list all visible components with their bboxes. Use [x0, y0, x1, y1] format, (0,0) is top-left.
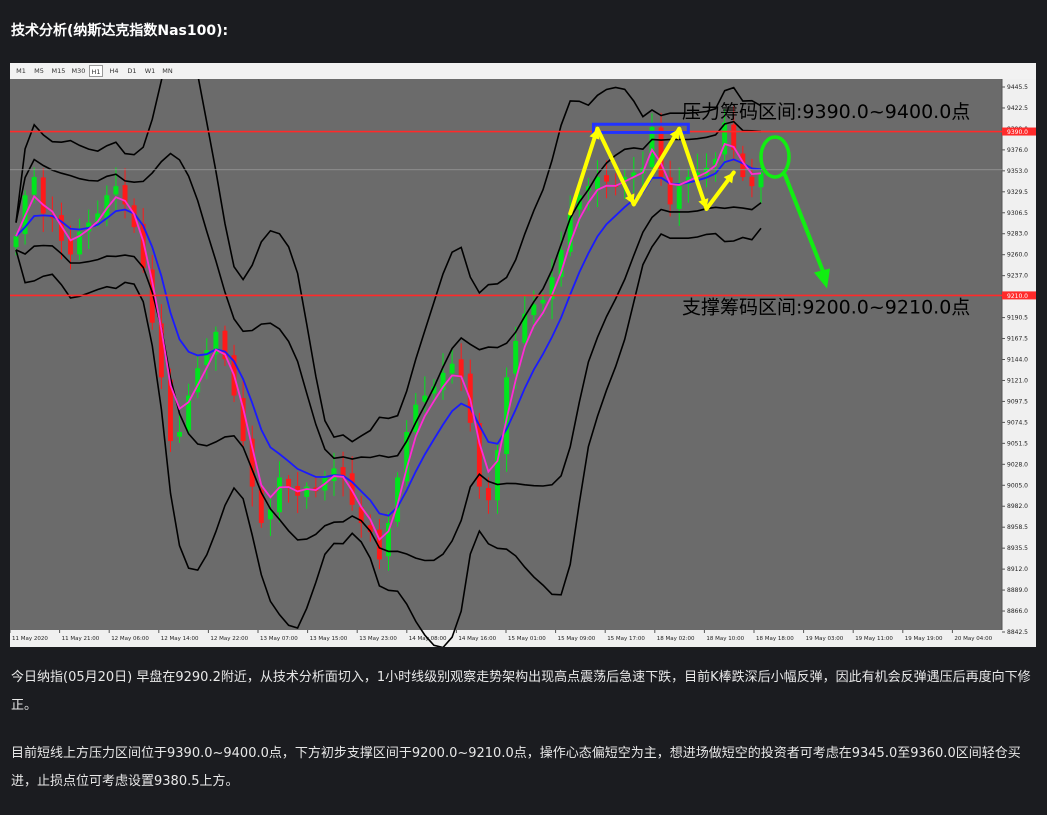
x-tick-label: 13 May 07:00: [260, 636, 298, 642]
y-tick-label: 9121.0: [1007, 377, 1028, 384]
candle-body: [758, 172, 764, 188]
x-tick-label: 20 May 04:00: [954, 636, 992, 642]
candle-body: [531, 304, 537, 316]
timeframe-w1-button[interactable]: W1: [143, 65, 157, 77]
timeframe-m5-button[interactable]: M5: [32, 65, 46, 77]
timeframe-m30-button[interactable]: M30: [70, 65, 87, 77]
resistance-annotation: 压力筹码区间:9390.0~9400.0点: [682, 101, 970, 123]
x-tick-label: 15 May 01:00: [508, 636, 546, 642]
candle-body: [286, 478, 292, 487]
candle-body: [513, 340, 519, 374]
y-tick-label: 9144.0: [1007, 357, 1028, 364]
x-tick-label: 12 May 06:00: [111, 636, 149, 642]
y-tick-label: 8982.0: [1007, 503, 1028, 510]
candle-body: [485, 487, 491, 501]
y-tick-label: 9028.0: [1007, 461, 1028, 468]
timeframe-d1-button[interactable]: D1: [125, 65, 139, 77]
y-tick-label: 9167.5: [1007, 336, 1028, 343]
timeframe-m1-button[interactable]: M1: [14, 65, 28, 77]
y-tick-label: 9445.5: [1007, 84, 1028, 91]
y-tick-label: 9353.0: [1007, 168, 1028, 175]
y-tick-label: 9074.5: [1007, 419, 1028, 426]
y-tick-label: 9051.5: [1007, 440, 1028, 447]
timeframe-m15-button[interactable]: M15: [50, 65, 67, 77]
x-tick-label: 15 May 17:00: [607, 636, 645, 642]
y-tick-label: 9005.0: [1007, 482, 1028, 489]
x-tick-label: 19 May 19:00: [905, 636, 943, 642]
plot-background: [10, 79, 1002, 630]
chart-canvas[interactable]: 9445.59422.59399.09376.09353.09329.59306…: [10, 79, 1036, 647]
timeframe-toolbar: M1 M5 M15 M30 H1 H4 D1 W1 MN: [10, 63, 1036, 80]
candle-body: [177, 431, 183, 437]
x-tick-label: 15 May 09:00: [558, 636, 596, 642]
y-tick-label: 9260.0: [1007, 252, 1028, 259]
x-tick-label: 12 May 14:00: [161, 636, 199, 642]
y-tick-label: 9097.5: [1007, 398, 1028, 405]
level-price-label-0: 9390.0: [1007, 129, 1028, 136]
analysis-paragraph-1: 今日纳指(05月20日) 早盘在9290.2附近，从技术分析面切入，1小时线级别…: [11, 670, 1031, 713]
x-tick-label: 12 May 22:00: [210, 636, 248, 642]
timeframe-h4-button[interactable]: H4: [107, 65, 121, 77]
price-chart[interactable]: M1 M5 M15 M30 H1 H4 D1 W1 MN 9445.5 9422.…: [10, 63, 1036, 647]
candle-body: [604, 175, 610, 182]
timeframe-mn-button[interactable]: MN: [160, 65, 175, 77]
y-tick-label: 8912.0: [1007, 566, 1028, 573]
candle-body: [40, 177, 46, 214]
candle-body: [749, 176, 755, 187]
x-tick-label: 14 May 16:00: [458, 636, 496, 642]
x-tick-label: 11 May 2020: [12, 636, 48, 642]
candle-body: [277, 477, 282, 513]
x-tick-label: 13 May 23:00: [359, 636, 397, 642]
x-tick-label: 18 May 10:00: [706, 636, 744, 642]
y-tick-label: 9422.5: [1007, 105, 1028, 112]
y-tick-label: 9283.0: [1007, 231, 1028, 238]
x-tick-label: 13 May 15:00: [310, 636, 348, 642]
x-tick-label: 18 May 18:00: [756, 636, 794, 642]
y-tick-label: 9376.0: [1007, 147, 1028, 154]
y-tick-label: 8866.0: [1007, 608, 1028, 615]
candle-body: [676, 186, 682, 209]
candle-body: [13, 236, 19, 248]
y-tick-label: 9190.5: [1007, 315, 1028, 322]
y-tick-label: 8958.5: [1007, 524, 1028, 531]
y-tick-label: 9237.0: [1007, 273, 1028, 280]
x-tick-label: 18 May 02:00: [657, 636, 695, 642]
x-tick-label: 11 May 21:00: [62, 636, 100, 642]
candle-body: [540, 299, 546, 304]
timeframe-h1-button[interactable]: H1: [89, 65, 103, 77]
x-tick-label: 19 May 11:00: [855, 636, 893, 642]
y-tick-label: 9306.5: [1007, 210, 1028, 217]
y-tick-label: 8889.0: [1007, 587, 1028, 594]
y-tick-label: 8935.5: [1007, 545, 1028, 552]
y-tick-label: 9329.5: [1007, 189, 1028, 196]
candle-body: [458, 359, 464, 378]
page-title: 技术分析(纳斯达克指数Nas100):: [11, 23, 229, 39]
analysis-paragraph-2: 目前短线上方压力区间位于9390.0~9400.0点，下方初步支撑区间于9200…: [11, 746, 1021, 789]
candle-body: [113, 186, 119, 195]
support-annotation: 支撑筹码区间:9200.0~9210.0点: [682, 297, 970, 319]
candle-body: [31, 177, 37, 195]
candle-body: [449, 363, 455, 374]
x-tick-label: 19 May 03:00: [806, 636, 844, 642]
y-tick-label: 8842.5: [1007, 629, 1028, 636]
level-price-label-1: 9210.0: [1007, 293, 1028, 300]
